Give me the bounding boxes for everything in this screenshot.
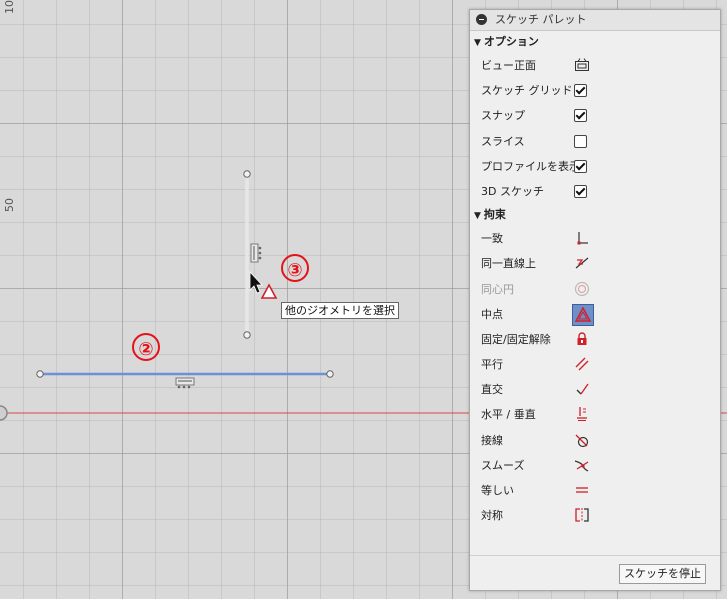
constraint-midpoint[interactable]: 中点 [470, 302, 720, 327]
constraint-smooth[interactable]: スムーズ [470, 453, 720, 478]
origin-point [0, 405, 8, 421]
vertical-line-endpoint-bottom [243, 331, 251, 339]
palette-title-bar[interactable]: スケッチ パレット [470, 10, 720, 31]
parallel-icon[interactable] [574, 356, 590, 372]
constraint-horizontal-vertical[interactable]: 水平 / 垂直 [470, 402, 720, 427]
perpendicular-icon[interactable] [574, 381, 590, 397]
view-front-icon[interactable] [574, 57, 590, 73]
callout-2: ② [132, 333, 160, 361]
option-sketch-grid[interactable]: スケッチ グリッド [470, 78, 720, 103]
option-view-front[interactable]: ビュー正面 [470, 53, 720, 78]
snap-checkbox[interactable] [574, 109, 587, 123]
sketch-palette: スケッチ パレット ▼ オプション ビュー正面 スケッチ グリッド スナップ スラ… [469, 9, 721, 591]
stop-sketch-button[interactable]: スケッチを停止 [619, 564, 706, 584]
option-3d-sketch[interactable]: 3D スケッチ [470, 179, 720, 204]
midpoint-icon[interactable] [572, 303, 594, 326]
constraint-collinear[interactable]: 同一直線上 [470, 251, 720, 276]
collinear-icon[interactable] [574, 255, 590, 271]
midpoint-cursor-icon [260, 283, 278, 299]
equal-icon[interactable] [574, 482, 590, 498]
collapse-triangle-icon: ▼ [474, 211, 481, 222]
tangent-icon[interactable] [574, 432, 590, 448]
constraint-equal[interactable]: 等しい [470, 478, 720, 503]
slice-checkbox[interactable] [574, 134, 587, 148]
palette-footer: スケッチを停止 [470, 555, 720, 590]
vertical-line-endpoint-top [243, 170, 251, 178]
3d-sketch-checkbox[interactable] [574, 184, 587, 198]
select-other-geometry-tooltip: 他のジオメトリを選択 [281, 302, 399, 319]
constraint-parallel[interactable]: 平行 [470, 352, 720, 377]
sketch-grid-checkbox[interactable] [574, 84, 587, 98]
minimize-icon[interactable] [476, 13, 487, 25]
constraint-coincident[interactable]: 一致 [470, 226, 720, 251]
horizontal-constraint-glyph [175, 377, 195, 389]
horizontal-vertical-icon[interactable] [574, 406, 590, 422]
coincident-icon[interactable] [574, 230, 590, 246]
option-show-profile[interactable]: プロファイルを表示 [470, 154, 720, 179]
constraint-concentric[interactable]: 同心円 [470, 277, 720, 302]
concentric-icon[interactable] [574, 281, 590, 297]
constraint-perpendicular[interactable]: 直交 [470, 377, 720, 402]
section-options-header[interactable]: ▼ オプション [470, 31, 720, 53]
option-slice[interactable]: スライス [470, 129, 720, 154]
horizontal-line-endpoint-right [326, 370, 334, 378]
symmetric-icon[interactable] [574, 507, 590, 523]
palette-title: スケッチ パレット [495, 13, 587, 26]
constraint-tangent[interactable]: 接線 [470, 428, 720, 453]
vertical-constraint-glyph [250, 243, 262, 263]
callout-3: ③ [281, 254, 309, 282]
show-profile-checkbox[interactable] [574, 159, 587, 173]
constraint-fix-unfix[interactable]: 固定/固定解除 [470, 327, 720, 352]
option-snap[interactable]: スナップ [470, 103, 720, 128]
section-constraints-header[interactable]: ▼ 拘束 [470, 204, 720, 226]
constraint-symmetric[interactable]: 対称 [470, 503, 720, 528]
mouse-cursor-icon [249, 270, 263, 294]
lock-icon[interactable] [574, 331, 590, 347]
collapse-triangle-icon: ▼ [474, 38, 481, 48]
horizontal-line-endpoint-left [36, 370, 44, 378]
smooth-icon[interactable] [574, 457, 590, 473]
